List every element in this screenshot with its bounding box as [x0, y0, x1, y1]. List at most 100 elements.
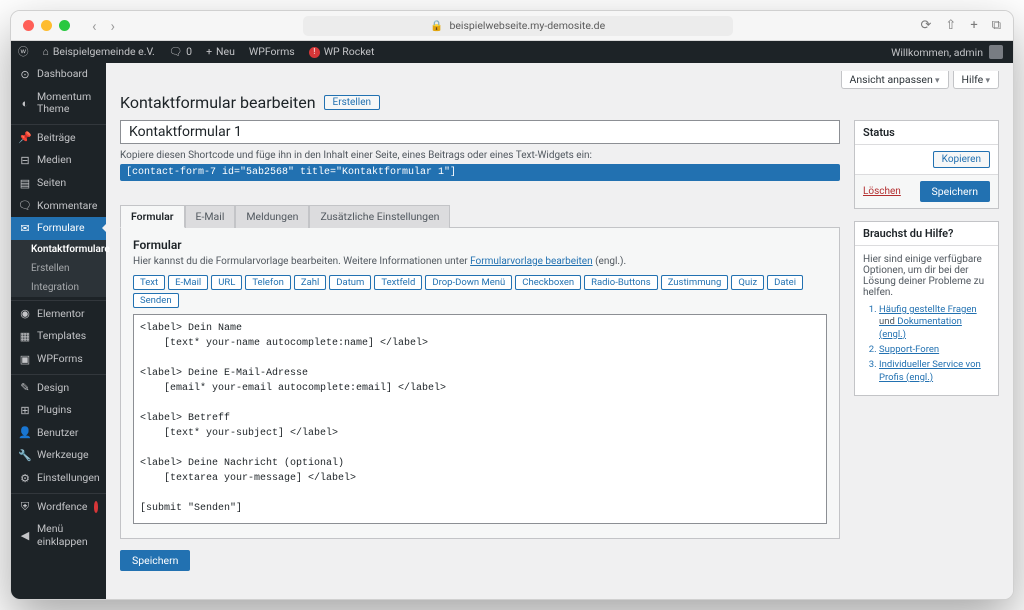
- close-icon[interactable]: [23, 20, 34, 31]
- sidebar-sub-integration[interactable]: Integration: [11, 278, 106, 297]
- minimize-icon[interactable]: [41, 20, 52, 31]
- tag-acceptance[interactable]: Zustimmung: [661, 275, 729, 290]
- tag-number[interactable]: Zahl: [294, 275, 326, 290]
- sidebar-item-elementor[interactable]: ◉Elementor: [11, 300, 106, 326]
- tag-radio[interactable]: Radio-Buttons: [584, 275, 658, 290]
- tab-messages[interactable]: Meldungen: [235, 205, 309, 228]
- templates-icon: ▦: [19, 331, 31, 343]
- comments-link[interactable]: 🗨0: [162, 41, 199, 63]
- sidebar-item-users[interactable]: 👤Benutzer: [11, 422, 106, 445]
- new-tab-icon[interactable]: +: [970, 18, 977, 33]
- sidebar-item-templates[interactable]: ▦Templates: [11, 325, 106, 348]
- sidebar-item-forms[interactable]: ✉Formulare: [11, 217, 106, 240]
- sidebar-item-comments[interactable]: 🗨Kommentare: [11, 195, 106, 218]
- new-content-link[interactable]: +Neu: [199, 41, 242, 63]
- screen-options-button[interactable]: Ansicht anpassen: [841, 71, 949, 89]
- sidebar-item-posts[interactable]: 📌Beiträge: [11, 124, 106, 150]
- tab-additional[interactable]: Zusätzliche Einstellungen: [309, 205, 450, 228]
- sidebar-item-pages[interactable]: ▤Seiten: [11, 172, 106, 195]
- help-link-support[interactable]: Support-Foren: [879, 344, 990, 356]
- pin-icon: 📌: [19, 132, 31, 144]
- alert-badge-icon: !: [309, 47, 320, 58]
- help-metabox: Brauchst du Hilfe? Hier sind einige verf…: [854, 221, 999, 396]
- sidebar-item-media[interactable]: ⊟Medien: [11, 149, 106, 172]
- main-content: Ansicht anpassen Hilfe Kontaktformular b…: [106, 63, 1013, 599]
- editor-tabs: Formular E-Mail Meldungen Zusätzliche Ei…: [120, 205, 840, 539]
- url-bar[interactable]: 🔒 beispielwebseite.my-demosite.de: [303, 16, 732, 36]
- refresh-icon[interactable]: ⟳: [921, 18, 932, 33]
- sidebar-item-wpforms[interactable]: ▣WPForms: [11, 348, 106, 371]
- form-template-editor[interactable]: [133, 314, 827, 524]
- maximize-icon[interactable]: [59, 20, 70, 31]
- help-metabox-title: Brauchst du Hilfe?: [855, 222, 998, 246]
- tag-email[interactable]: E-Mail: [168, 275, 208, 290]
- home-icon: ⌂: [43, 41, 49, 63]
- help-link-pro[interactable]: Individueller Service von Profis (engl.): [879, 359, 990, 384]
- sidebar-item-design[interactable]: ✎Design: [11, 374, 106, 400]
- sidebar-item-settings[interactable]: ⚙Einstellungen: [11, 467, 106, 490]
- tab-mail[interactable]: E-Mail: [185, 205, 236, 228]
- tag-generator-row: Text E-Mail URL Telefon Zahl Datum Textf…: [133, 275, 827, 308]
- delete-link[interactable]: Löschen: [863, 186, 901, 197]
- sidebar-sub-contactforms[interactable]: Kontaktformulare: [11, 240, 106, 259]
- tag-tel[interactable]: Telefon: [245, 275, 291, 290]
- copy-button[interactable]: Kopieren: [933, 151, 990, 168]
- sidebar-item-theme[interactable]: ◐Momentum Theme: [11, 86, 106, 121]
- add-new-button[interactable]: Erstellen: [324, 95, 381, 110]
- shortcode-box[interactable]: [contact-form-7 id="5ab2568" title="Kont…: [120, 164, 840, 181]
- shield-icon: ⛨: [19, 501, 31, 513]
- share-icon[interactable]: ⇧: [945, 18, 956, 33]
- sidebar-sub-create[interactable]: Erstellen: [11, 259, 106, 278]
- nav-arrows: ‹ ›: [92, 17, 115, 35]
- sidebar-item-dashboard[interactable]: ⊙Dashboard: [11, 63, 106, 86]
- tag-submit[interactable]: Senden: [133, 293, 179, 308]
- lock-icon: 🔒: [430, 19, 443, 32]
- tag-quiz[interactable]: Quiz: [731, 275, 764, 290]
- sidebar-item-tools[interactable]: 🔧Werkzeuge: [11, 444, 106, 467]
- forward-icon[interactable]: ›: [111, 17, 116, 35]
- help-button[interactable]: Hilfe: [953, 71, 999, 89]
- wp-logo-icon[interactable]: ⓦ: [11, 41, 36, 63]
- status-metabox: Status Kopieren Löschen Speichern: [854, 120, 999, 209]
- wrench-icon: 🔧: [19, 450, 31, 462]
- sidebar-item-plugins[interactable]: ⊞Plugins: [11, 399, 106, 422]
- wpforms-icon: ▣: [19, 353, 31, 365]
- page-header: Kontaktformular bearbeiten Erstellen: [120, 93, 999, 112]
- form-title-input[interactable]: [120, 120, 840, 144]
- elementor-icon: ◉: [19, 308, 31, 320]
- sidebar-submenu-forms: Kontaktformulare Erstellen Integration: [11, 240, 106, 297]
- page-icon: ▤: [19, 177, 31, 189]
- wp-rocket-link[interactable]: !WP Rocket: [302, 41, 382, 63]
- tag-dropdown[interactable]: Drop-Down Menü: [425, 275, 512, 290]
- sidebar-collapse[interactable]: ◀Menü einklappen: [11, 518, 106, 553]
- screen-meta: Ansicht anpassen Hilfe: [120, 71, 999, 89]
- brush-icon: ✎: [19, 382, 31, 394]
- tag-date[interactable]: Datum: [329, 275, 371, 290]
- tab-panel-form: Formular Hier kannst du die Formularvorl…: [120, 228, 840, 539]
- avatar[interactable]: [989, 45, 1003, 59]
- comment-icon: 🗨: [169, 41, 182, 63]
- back-icon[interactable]: ‹: [92, 17, 97, 35]
- save-button[interactable]: Speichern: [120, 550, 190, 571]
- tag-text[interactable]: Text: [133, 275, 165, 290]
- template-doc-link[interactable]: Formularvorlage bearbeiten: [470, 256, 592, 267]
- wp-admin-bar: ⓦ ⌂Beispielgemeinde e.V. 🗨0 +Neu WPForms…: [11, 41, 1013, 63]
- help-link-faq[interactable]: Häufig gestellte Fragen und Dokumentatio…: [879, 304, 990, 341]
- plus-icon: +: [206, 41, 212, 63]
- tag-file[interactable]: Datei: [767, 275, 803, 290]
- wpforms-link[interactable]: WPForms: [242, 41, 302, 63]
- site-name-link[interactable]: ⌂Beispielgemeinde e.V.: [36, 41, 162, 63]
- tag-checkboxes[interactable]: Checkboxen: [515, 275, 581, 290]
- status-metabox-title: Status: [855, 121, 998, 145]
- panel-title: Formular: [133, 238, 827, 252]
- sidebar-item-wordfence[interactable]: ⛨Wordfence: [11, 493, 106, 519]
- help-description: Hier sind einige verfügbare Optionen, um…: [863, 254, 990, 298]
- tag-url[interactable]: URL: [211, 275, 242, 290]
- welcome-text[interactable]: Willkommen, admin: [891, 46, 983, 59]
- save-button-side[interactable]: Speichern: [920, 181, 990, 202]
- tag-textarea[interactable]: Textfeld: [374, 275, 422, 290]
- tab-form[interactable]: Formular: [120, 205, 185, 228]
- user-icon: 👤: [19, 427, 31, 439]
- tabs-icon[interactable]: ⧉: [992, 18, 1001, 33]
- browser-chrome: ‹ › 🔒 beispielwebseite.my-demosite.de ⟳ …: [11, 11, 1013, 41]
